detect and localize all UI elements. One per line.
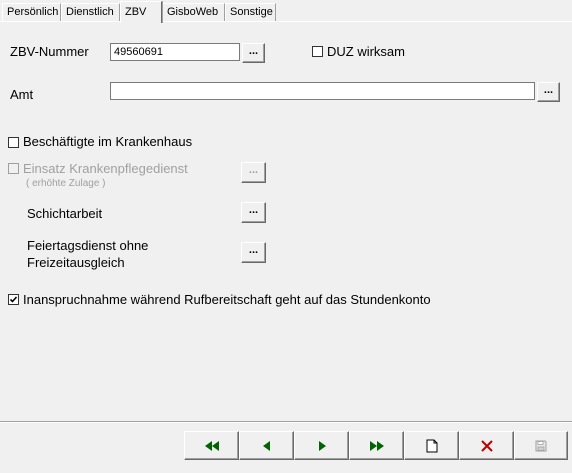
krankenhaus-label: Beschäftigte im Krankenhaus xyxy=(23,134,193,149)
tab-gisboweb[interactable]: GisboWeb xyxy=(162,3,225,21)
last-icon xyxy=(369,440,384,451)
browse-dots-icon: ... xyxy=(543,84,554,96)
tab-strip: Persönlich Dienstlich ZBV GisboWeb Sonst… xyxy=(0,0,572,23)
krankenpflege-label: Einsatz Krankenpflegedienst xyxy=(23,161,188,176)
duz-checkbox[interactable] xyxy=(312,46,323,57)
next-icon xyxy=(318,440,326,451)
new-record-button[interactable] xyxy=(404,431,459,460)
browse-dots-icon: ... xyxy=(248,45,259,57)
browse-dots-icon: ... xyxy=(248,204,259,216)
duz-label: DUZ wirksam xyxy=(327,44,405,59)
first-record-button[interactable] xyxy=(184,431,239,460)
tab-baseline xyxy=(0,21,572,22)
last-record-button[interactable] xyxy=(349,431,404,460)
krankenpflege-browse-button[interactable]: ... xyxy=(241,162,266,183)
schichtarbeit-browse-button[interactable]: ... xyxy=(241,202,266,223)
krankenpflege-sublabel: ( erhöhte Zulage ) xyxy=(26,178,106,189)
next-record-button[interactable] xyxy=(294,431,349,460)
save-record-button[interactable] xyxy=(514,431,568,460)
amt-browse-button[interactable]: ... xyxy=(537,82,560,102)
amt-label: Amt xyxy=(10,87,34,102)
tab-zbv-label: ZBV xyxy=(125,6,147,18)
zbv-nummer-field[interactable]: 49560691 xyxy=(110,43,240,61)
zbv-nummer-browse-button[interactable]: ... xyxy=(242,43,265,63)
feiertag-browse-button[interactable]: ... xyxy=(241,242,266,263)
rufbereitschaft-label: Inanspruchnahme während Rufbereitschaft … xyxy=(23,292,431,307)
checkmark-icon xyxy=(9,296,18,303)
krankenhaus-checkbox[interactable] xyxy=(8,137,19,148)
krankenpflege-checkbox[interactable] xyxy=(8,163,19,174)
browse-dots-icon: ... xyxy=(248,164,259,176)
rufbereitschaft-checkbox[interactable] xyxy=(8,294,19,305)
new-document-icon xyxy=(426,439,437,452)
feiertag-label-line1: Feiertagsdienst ohne xyxy=(27,238,149,253)
tab-persoenlich[interactable]: Persönlich xyxy=(2,3,61,21)
first-icon xyxy=(204,440,219,451)
previous-record-button[interactable] xyxy=(239,431,294,460)
delete-record-button[interactable] xyxy=(459,431,514,460)
zbv-nummer-label: ZBV-Nummer xyxy=(10,44,89,59)
browse-dots-icon: ... xyxy=(248,244,259,256)
schichtarbeit-label: Schichtarbeit xyxy=(27,206,103,221)
feiertag-label-line2: Freizeitausgleich xyxy=(27,255,125,270)
tab-zbv[interactable]: ZBV xyxy=(120,1,162,23)
amt-field[interactable] xyxy=(110,82,535,100)
tab-sonstige[interactable]: Sonstige xyxy=(225,3,276,21)
delete-icon xyxy=(480,439,493,452)
tab-dienstlich[interactable]: Dienstlich xyxy=(61,3,120,21)
previous-icon xyxy=(262,440,270,451)
footer-separator-highlight xyxy=(0,422,572,423)
save-icon xyxy=(535,440,547,451)
